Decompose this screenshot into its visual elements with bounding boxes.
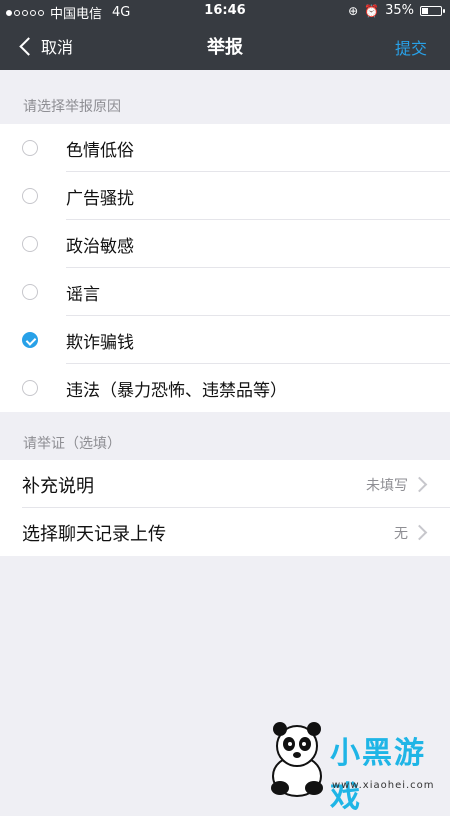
- evidence-section-header: 请举证（选填）: [23, 436, 121, 452]
- status-right: ⊕ ⏰ 35%: [348, 3, 445, 18]
- radio-button[interactable]: [22, 188, 38, 204]
- panda-mascot-icon: [271, 722, 323, 797]
- reason-option[interactable]: 违法（暴力恐怖、违禁品等）: [0, 364, 450, 412]
- rotation-lock-icon: ⊕: [348, 3, 359, 18]
- reason-option[interactable]: 色情低俗: [0, 124, 450, 172]
- status-bar: 中国电信 4G 16:46 ⊕ ⏰ 35%: [0, 0, 450, 22]
- watermark-url: www.xiaohei.com: [332, 780, 435, 791]
- supplement-description-row[interactable]: 补充说明 未填写: [0, 460, 450, 508]
- reason-label: 谣言: [66, 284, 100, 305]
- reason-label: 广告骚扰: [66, 188, 134, 209]
- supplement-description-label: 补充说明: [22, 476, 94, 497]
- page-title: 举报: [207, 37, 243, 58]
- reasons-section-header: 请选择举报原因: [23, 99, 121, 115]
- alarm-icon: ⏰: [364, 3, 380, 18]
- chevron-right-icon: [411, 476, 428, 493]
- reason-label: 色情低俗: [66, 140, 134, 161]
- battery-icon: [420, 5, 445, 16]
- header-bar: 中国电信 4G 16:46 ⊕ ⏰ 35% 取消 举报 提交: [0, 0, 450, 70]
- chat-record-upload-label: 选择聊天记录上传: [22, 524, 166, 545]
- reason-label: 欺诈骗钱: [66, 332, 134, 353]
- reason-option[interactable]: 广告骚扰: [0, 172, 450, 220]
- watermark-brand: 小黑游戏: [330, 736, 426, 815]
- radio-button[interactable]: [22, 332, 38, 348]
- radio-button[interactable]: [22, 284, 38, 300]
- reason-label: 政治敏感: [66, 236, 134, 257]
- battery-percent: 35%: [385, 3, 414, 18]
- supplement-description-value: 未填写: [366, 478, 408, 494]
- reason-label: 违法（暴力恐怖、违禁品等）: [66, 380, 287, 401]
- radio-button[interactable]: [22, 380, 38, 396]
- submit-button[interactable]: 提交: [395, 35, 427, 59]
- chat-record-upload-value: 无: [394, 526, 408, 542]
- reason-option[interactable]: 谣言: [0, 268, 450, 316]
- chevron-right-icon: [411, 524, 428, 541]
- radio-button[interactable]: [22, 236, 38, 252]
- reason-option[interactable]: 政治敏感: [0, 220, 450, 268]
- watermark: 小黑游戏 www.xiaohei.com: [252, 718, 448, 815]
- chat-record-upload-row[interactable]: 选择聊天记录上传 无: [0, 508, 450, 556]
- reason-option[interactable]: 欺诈骗钱: [0, 316, 450, 364]
- reason-list: 色情低俗 广告骚扰 政治敏感 谣言 欺诈骗钱 违法（暴力恐怖、违禁品等）: [0, 124, 450, 412]
- evidence-list: 补充说明 未填写 选择聊天记录上传 无: [0, 460, 450, 556]
- navigation-bar: 取消 举报 提交: [0, 22, 450, 70]
- radio-button[interactable]: [22, 140, 38, 156]
